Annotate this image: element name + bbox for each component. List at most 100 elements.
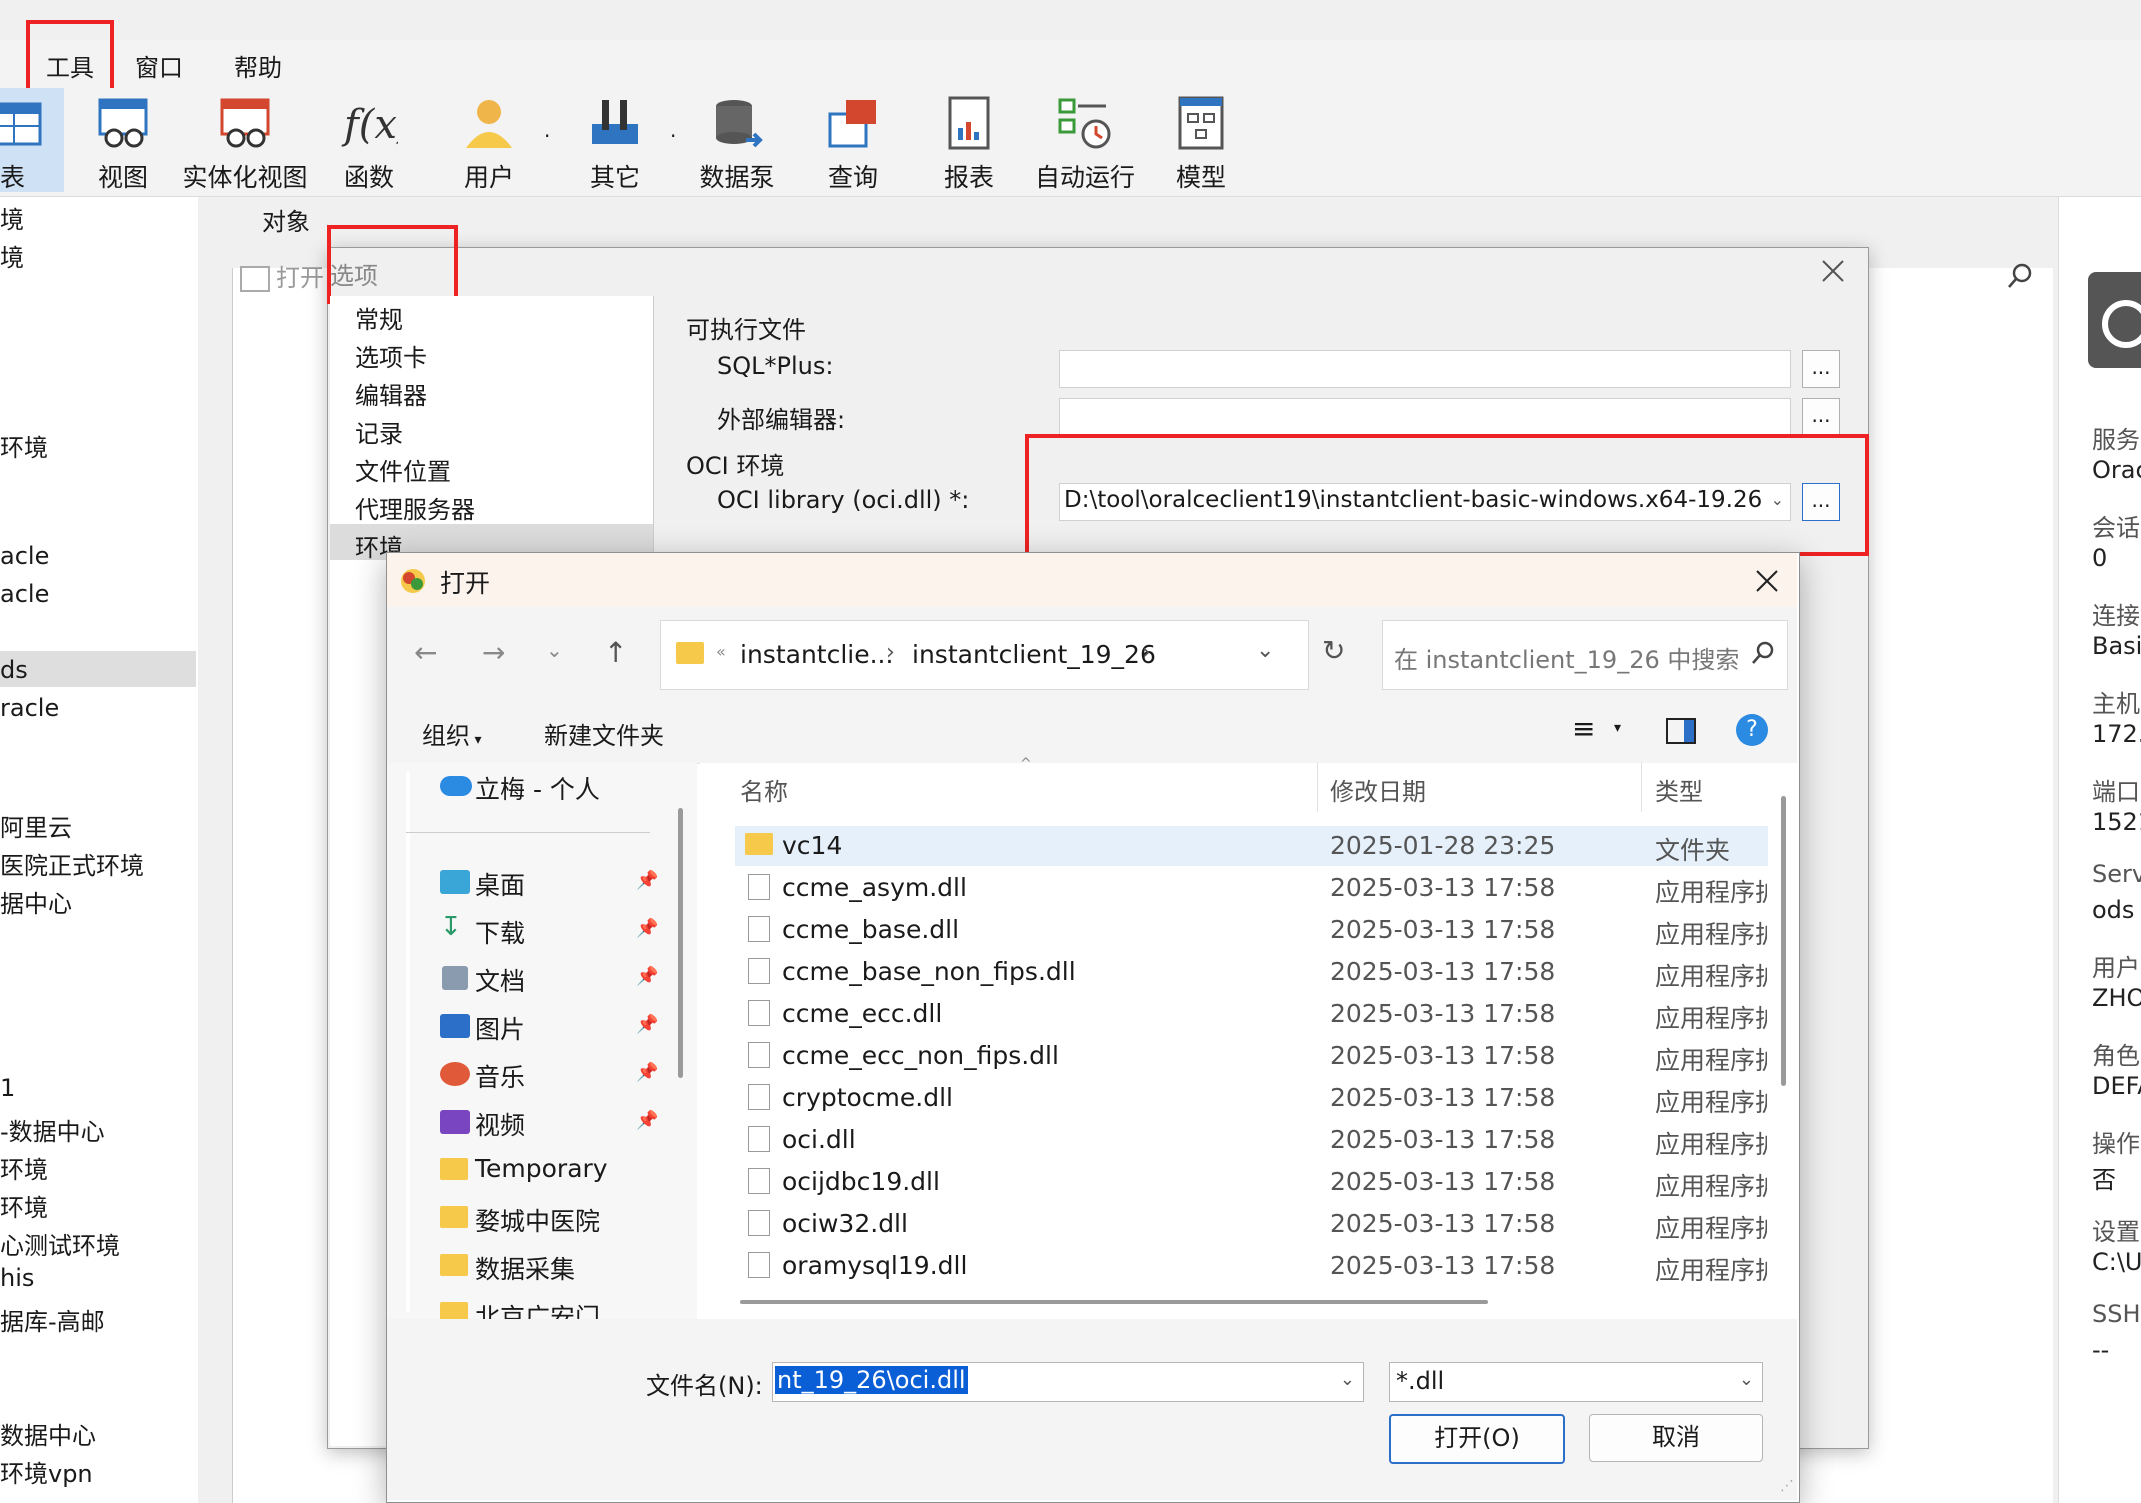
search-icon[interactable] xyxy=(1750,640,1776,666)
preview-pane-icon[interactable] xyxy=(1666,718,1696,744)
file-name[interactable]: ccme_ecc_non_fips.dll xyxy=(782,1041,1059,1070)
sidebar-pictures[interactable]: 图片 xyxy=(475,1010,525,1046)
connection-item[interactable]: 阿里云 xyxy=(0,808,72,843)
filename-input[interactable]: nt_19_26\oci.dll ⌄ xyxy=(772,1362,1364,1402)
sidebar-folder[interactable]: 北京广安门 xyxy=(475,1298,600,1319)
menu-window[interactable]: 窗口 xyxy=(135,48,183,83)
toolbar-user-button[interactable]: 用户 xyxy=(434,92,544,192)
file-name[interactable]: ccme_base.dll xyxy=(782,915,959,944)
pin-icon[interactable]: 📌 xyxy=(636,1062,658,1083)
cancel-button[interactable]: 取消 xyxy=(1589,1414,1763,1462)
close-icon[interactable] xyxy=(1754,568,1780,594)
pin-icon[interactable]: 📌 xyxy=(636,918,658,939)
toolbar-report-button[interactable]: 报表 xyxy=(914,92,1024,192)
toolbar-view-button[interactable]: 视图 xyxy=(68,92,178,192)
toolbar-other-button[interactable]: 其它 xyxy=(560,92,670,192)
connection-item[interactable]: 数据中心 xyxy=(0,1416,96,1451)
sidebar-folder[interactable]: 数据采集 xyxy=(475,1250,575,1286)
toolbar-function-button[interactable]: f(x) 函数 xyxy=(314,92,424,192)
options-nav-tabs[interactable]: 选项卡 xyxy=(355,338,427,373)
connection-item[interactable]: 1 xyxy=(0,1074,15,1102)
connection-item[interactable]: acle xyxy=(0,542,49,570)
file-name[interactable]: oramysql19.dll xyxy=(782,1251,967,1280)
options-nav-log[interactable]: 记录 xyxy=(355,414,403,449)
file-name[interactable]: vc14 xyxy=(782,831,842,860)
connection-item[interactable]: 环境 xyxy=(0,1188,48,1223)
chevron-down-icon[interactable]: ⌄ xyxy=(1739,1369,1754,1390)
file-name[interactable]: ocijdbc19.dll xyxy=(782,1167,940,1196)
up-arrow-icon[interactable]: ↑ xyxy=(604,636,627,669)
vertical-scrollbar[interactable] xyxy=(1781,796,1786,1086)
connection-item[interactable]: acle xyxy=(0,580,49,608)
sqlplus-path-field[interactable] xyxy=(1059,350,1791,388)
help-icon[interactable]: ? xyxy=(1736,714,1768,746)
connection-item[interactable]: 境 xyxy=(0,238,24,273)
column-header-date[interactable]: 修改日期 xyxy=(1330,772,1426,807)
navigation-pane-scrollbar[interactable] xyxy=(678,808,683,1078)
close-icon[interactable] xyxy=(1820,258,1846,284)
breadcrumb-overflow-icon[interactable]: « xyxy=(716,642,726,661)
options-nav-general[interactable]: 常规 xyxy=(355,300,403,335)
connection-item[interactable]: 医院正式环境 xyxy=(0,846,144,881)
view-options-dropdown-icon[interactable]: ▾ xyxy=(1614,720,1621,736)
chevron-down-icon[interactable]: ⌄ xyxy=(1340,1369,1355,1390)
back-arrow-icon[interactable]: ← xyxy=(414,636,437,669)
organize-button[interactable]: 组织 ▾ xyxy=(422,716,481,751)
toolbar-query-button[interactable]: 查询 xyxy=(798,92,908,192)
connection-item[interactable]: racle xyxy=(0,694,59,722)
pin-icon[interactable]: 📌 xyxy=(636,870,658,891)
column-header-type[interactable]: 类型 xyxy=(1655,772,1703,807)
connection-item[interactable]: his xyxy=(0,1264,34,1292)
sidebar-downloads[interactable]: 下载 xyxy=(475,914,525,950)
refresh-icon[interactable]: ↻ xyxy=(1322,634,1345,667)
options-nav-proxy[interactable]: 代理服务器 xyxy=(355,490,475,525)
sidebar-documents[interactable]: 文档 xyxy=(475,962,525,998)
connection-item-selected[interactable]: ds xyxy=(0,656,28,684)
external-editor-browse-button[interactable]: ... xyxy=(1802,398,1840,436)
options-nav-file-location[interactable]: 文件位置 xyxy=(355,452,451,487)
toolbar-matview-button[interactable]: 实体化视图 xyxy=(182,92,308,192)
sidebar-onedrive[interactable]: 立梅 - 个人 xyxy=(475,770,600,806)
horizontal-scrollbar[interactable] xyxy=(740,1300,1488,1304)
recent-locations-icon[interactable]: ⌄ xyxy=(546,638,563,662)
connection-item[interactable]: 环境 xyxy=(0,1150,48,1185)
pin-icon[interactable]: 📌 xyxy=(636,966,658,987)
options-nav-editor[interactable]: 编辑器 xyxy=(355,376,427,411)
chevron-right-icon[interactable]: › xyxy=(1142,640,1151,665)
connection-item[interactable]: 境 xyxy=(0,200,24,235)
tab-objects[interactable]: 对象 xyxy=(262,202,310,237)
file-name[interactable]: ccme_ecc.dll xyxy=(782,999,942,1028)
file-name[interactable]: ccme_asym.dll xyxy=(782,873,967,902)
file-name[interactable]: ccme_base_non_fips.dll xyxy=(782,957,1076,986)
filetype-select[interactable]: *.dll ⌄ xyxy=(1389,1362,1763,1402)
breadcrumb-item[interactable]: instantclie... xyxy=(740,640,893,669)
connection-item[interactable]: 环境 xyxy=(0,428,48,463)
connection-item[interactable]: 据中心 xyxy=(0,884,72,919)
forward-arrow-icon[interactable]: → xyxy=(482,636,505,669)
search-icon[interactable] xyxy=(2006,262,2034,290)
open-object-button[interactable]: 打开 xyxy=(240,258,324,293)
user-dropdown-icon[interactable]: · xyxy=(544,124,550,148)
pin-icon[interactable]: 📌 xyxy=(636,1014,658,1035)
file-name[interactable]: ociw32.dll xyxy=(782,1209,908,1238)
column-divider[interactable] xyxy=(1641,762,1642,812)
open-button[interactable]: 打开(O) xyxy=(1389,1414,1565,1464)
resize-grip-icon[interactable]: ⋰ xyxy=(1780,1478,1794,1494)
pin-icon[interactable]: 📌 xyxy=(636,1110,658,1131)
sidebar-videos[interactable]: 视频 xyxy=(475,1106,525,1142)
address-dropdown-icon[interactable]: ⌄ xyxy=(1256,638,1274,663)
breadcrumb-item[interactable]: instantclient_19_26 xyxy=(912,640,1156,669)
column-header-name[interactable]: 名称 xyxy=(740,772,788,807)
toolbar-autorun-button[interactable]: 自动运行 xyxy=(1030,92,1140,192)
sidebar-music[interactable]: 音乐 xyxy=(475,1058,525,1094)
sqlplus-browse-button[interactable]: ... xyxy=(1802,350,1840,388)
connection-item[interactable]: 环境vpn xyxy=(0,1454,93,1489)
file-name[interactable]: cryptocme.dll xyxy=(782,1083,953,1112)
toolbar-table-button[interactable]: 表 xyxy=(0,92,70,192)
column-divider[interactable] xyxy=(1317,762,1318,812)
sidebar-desktop[interactable]: 桌面 xyxy=(475,866,525,902)
toolbar-datapump-button[interactable]: 数据泵 xyxy=(682,92,792,192)
external-editor-path-field[interactable] xyxy=(1059,398,1791,436)
view-list-icon[interactable]: ≡ xyxy=(1572,712,1595,745)
new-folder-button[interactable]: 新建文件夹 xyxy=(544,716,664,751)
